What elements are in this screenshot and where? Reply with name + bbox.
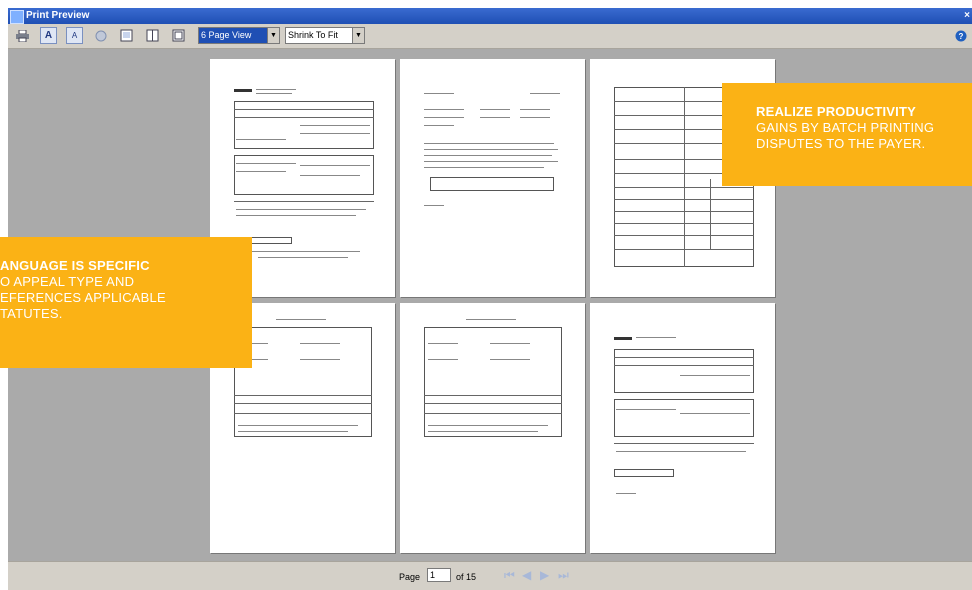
- page-number-input[interactable]: 1: [427, 568, 451, 582]
- printer-icon: [16, 29, 29, 42]
- preview-page-6[interactable]: [590, 303, 775, 553]
- callout-productivity-heading: REALIZE PRODUCTIVITY: [756, 104, 917, 119]
- chevron-down-icon: ▼: [352, 28, 364, 43]
- font-small-button[interactable]: A: [66, 27, 83, 44]
- close-button[interactable]: ×: [964, 8, 970, 24]
- view-mode-value: 6 Page View: [201, 30, 252, 40]
- page-count: of 15: [456, 572, 477, 582]
- single-page-button[interactable]: [118, 27, 135, 44]
- font-large-icon: A: [44, 30, 53, 41]
- fit-mode-value: Shrink To Fit: [288, 30, 338, 40]
- callout-productivity-line-2: DISPUTES TO THE PAYER.: [756, 136, 926, 151]
- callout-language-line-3: TATUTES.: [0, 306, 63, 321]
- single-page-icon: [120, 29, 133, 42]
- fit-mode-select[interactable]: Shrink To Fit ▼: [285, 27, 365, 44]
- two-page-icon: [146, 29, 159, 42]
- first-page-icon[interactable]: ⏮: [504, 568, 515, 583]
- callout-productivity: REALIZE PRODUCTIVITY GAINS BY BATCH PRIN…: [722, 83, 972, 186]
- preview-page-2[interactable]: [400, 59, 585, 297]
- svg-text:?: ?: [958, 32, 963, 41]
- app-icon: [10, 10, 24, 24]
- prev-page-icon[interactable]: ◀: [522, 568, 531, 582]
- callout-productivity-line-1: GAINS BY BATCH PRINTING: [756, 120, 935, 135]
- status-bar: Page 1 of 15 ⏮ ◀ ▶ ⏭: [8, 561, 972, 590]
- window-title: Print Preview: [26, 10, 90, 21]
- font-small-icon: A: [71, 31, 78, 40]
- callout-language: ANGUAGE IS SPECIFIC O APPEAL TYPE AND EF…: [0, 237, 252, 368]
- font-large-button[interactable]: A: [40, 27, 57, 44]
- fit-page-button[interactable]: [170, 27, 187, 44]
- title-bar: Print Preview ×: [8, 8, 972, 24]
- next-page-icon[interactable]: ▶: [540, 568, 549, 582]
- preview-page-5[interactable]: [400, 303, 585, 553]
- last-page-icon[interactable]: ⏭: [558, 568, 569, 583]
- page-label: Page: [399, 572, 421, 582]
- help-button[interactable]: ?: [952, 27, 969, 44]
- callout-language-line-1: O APPEAL TYPE AND: [0, 274, 135, 289]
- view-mode-select[interactable]: 6 Page View ▼: [198, 27, 280, 44]
- two-page-button[interactable]: [144, 27, 161, 44]
- print-button[interactable]: [14, 27, 31, 44]
- fit-page-icon: [172, 29, 185, 42]
- toolbar: A A 6 Page View ▼ Shrink To Fit ▼ ?: [8, 24, 972, 49]
- help-circle-icon: [95, 30, 106, 41]
- help-topic-button[interactable]: [92, 27, 109, 44]
- callout-language-heading: ANGUAGE IS SPECIFIC: [0, 258, 150, 273]
- chevron-down-icon: ▼: [267, 28, 279, 43]
- callout-language-line-2: EFERENCES APPLICABLE: [0, 290, 166, 305]
- help-icon: ?: [955, 30, 966, 41]
